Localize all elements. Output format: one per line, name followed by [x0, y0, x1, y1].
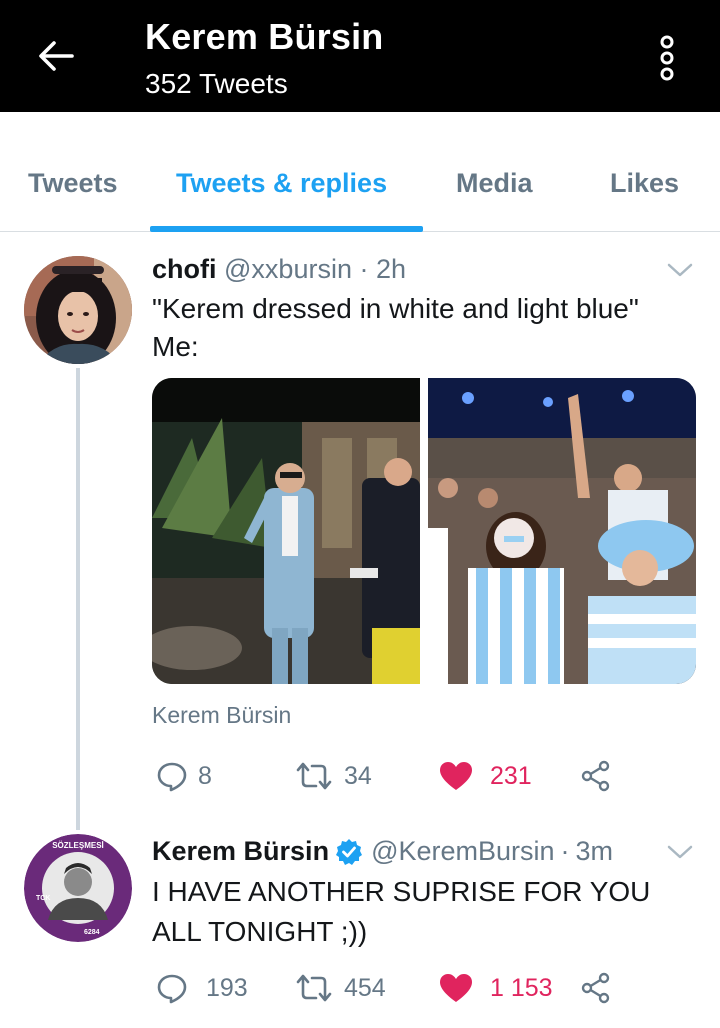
- retweet-button[interactable]: 454: [294, 968, 386, 1008]
- reply-button[interactable]: 8: [156, 756, 212, 796]
- heart-icon: [440, 974, 472, 1002]
- svg-text:SÖZLEŞMESİ: SÖZLEŞMESİ: [52, 841, 104, 850]
- retweet-icon: [296, 762, 332, 790]
- back-button[interactable]: [36, 36, 76, 76]
- app-header: Kerem Bürsin 352 Tweets: [0, 0, 720, 112]
- tweet-text: I HAVE ANOTHER SUPRISE FOR YOU ALL TONIG…: [152, 872, 692, 952]
- like-count: 1 153: [490, 973, 553, 1002]
- share-icon: [581, 972, 610, 1004]
- tweet-actions: 193 454 1 153: [152, 968, 692, 1008]
- profile-photo: [24, 256, 132, 364]
- reply-count: 193: [206, 973, 248, 1002]
- tweet-time: 3m: [575, 836, 614, 866]
- author-name[interactable]: chofi: [152, 254, 217, 284]
- tweet-text-line: "Kerem dressed in white and light blue": [152, 293, 639, 324]
- avatar[interactable]: [24, 256, 132, 364]
- retweet-icon: [296, 974, 332, 1002]
- reply-icon: [157, 974, 187, 1004]
- separator: ·: [359, 254, 369, 284]
- tab-tweets[interactable]: Tweets: [28, 168, 118, 199]
- verified-badge-icon: [336, 838, 363, 865]
- share-button[interactable]: [580, 968, 612, 1008]
- tweet-text: "Kerem dressed in white and light blue" …: [152, 290, 692, 366]
- tweet-text-line: Me:: [152, 331, 199, 362]
- like-button[interactable]: 231: [438, 756, 532, 796]
- reply-count: 8: [198, 761, 212, 790]
- heart-icon: [440, 762, 472, 790]
- chevron-down-icon: [667, 845, 693, 859]
- reply-button[interactable]: 193: [156, 968, 248, 1008]
- reply-icon: [157, 762, 187, 792]
- share-icon: [581, 760, 610, 792]
- tweet-media[interactable]: [152, 378, 696, 684]
- more-options-button[interactable]: [652, 34, 682, 82]
- tweet-menu-button[interactable]: [666, 842, 694, 862]
- tab-media[interactable]: Media: [456, 168, 533, 199]
- media-caption: Kerem Bürsin: [152, 702, 292, 728]
- author-name[interactable]: Kerem Bürsin: [152, 836, 329, 867]
- tweet-text-line: ALL TONIGHT ;)): [152, 916, 368, 947]
- svg-text:6284: 6284: [84, 929, 100, 936]
- tweet-header: Kerem Bürsin @KeremBursin · 3m: [152, 836, 613, 867]
- tweet-text-line: I HAVE ANOTHER SUPRISE FOR YOU: [152, 876, 651, 907]
- svg-text:TCK: TCK: [36, 895, 50, 902]
- active-tab-indicator: [150, 226, 423, 232]
- retweet-count: 454: [344, 973, 386, 1002]
- thread-line: [76, 368, 80, 830]
- tweet-menu-button[interactable]: [666, 260, 694, 280]
- arrow-left-icon: [39, 41, 74, 71]
- retweet-button[interactable]: 34: [294, 756, 372, 796]
- profile-name: Kerem Bürsin: [145, 16, 384, 57]
- chevron-down-icon: [667, 263, 693, 277]
- avatar[interactable]: SÖZLEŞMESİ TCK 6284: [24, 834, 132, 942]
- tweet-header: chofi @xxbursin · 2h: [152, 254, 406, 285]
- author-handle[interactable]: @KeremBursin: [371, 836, 554, 867]
- profile-tabs: Tweets Tweets & replies Media Likes: [0, 112, 720, 232]
- tab-tweets-and-replies[interactable]: Tweets & replies: [176, 168, 387, 199]
- media-divider: [420, 378, 428, 684]
- tweet-time: 2h: [376, 254, 407, 284]
- separator: ·: [560, 836, 570, 866]
- like-button[interactable]: 1 153: [438, 968, 553, 1008]
- tab-likes[interactable]: Likes: [610, 168, 679, 199]
- share-button[interactable]: [580, 756, 612, 796]
- tweet-count: 352 Tweets: [145, 68, 288, 99]
- retweet-count: 34: [344, 761, 372, 790]
- like-count: 231: [490, 761, 532, 790]
- author-handle[interactable]: @xxbursin: [224, 254, 352, 284]
- media-photo-2[interactable]: [428, 378, 696, 684]
- more-vertical-icon: [660, 35, 674, 81]
- tweet-actions: 8 34 231: [152, 756, 692, 796]
- media-photo-1[interactable]: [152, 378, 420, 684]
- profile-photo: SÖZLEŞMESİ TCK 6284: [24, 834, 132, 942]
